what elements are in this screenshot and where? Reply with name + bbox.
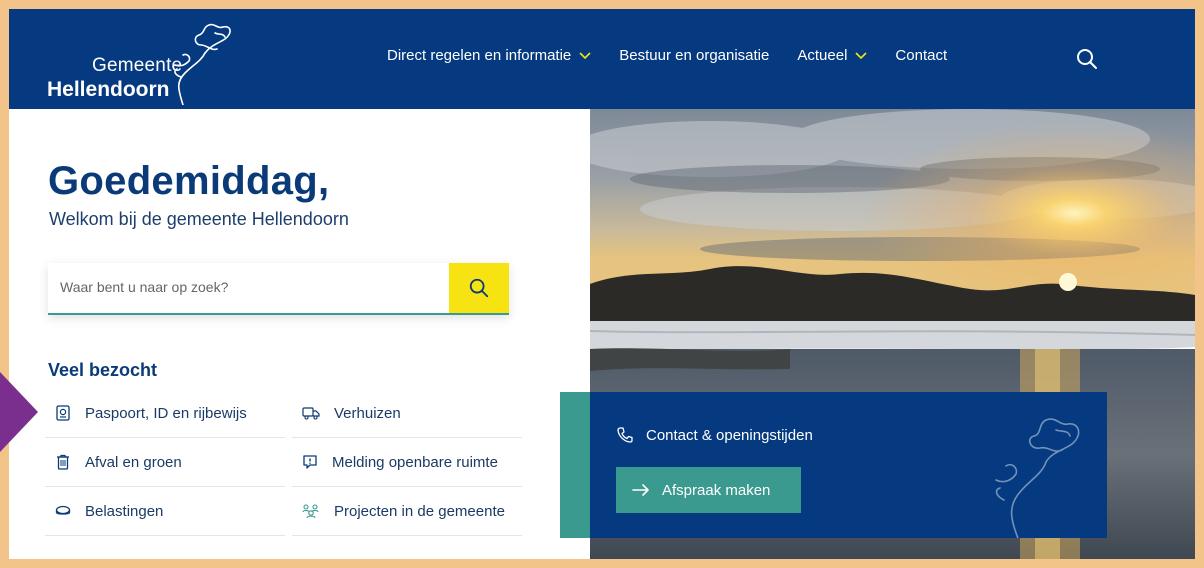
contact-label: Contact & openingstijden xyxy=(646,426,813,444)
main-nav: Direct regelen en informatie Bestuur en … xyxy=(387,47,975,64)
logo-line-1: Gemeente xyxy=(92,55,183,76)
search-bar xyxy=(48,263,509,315)
logo-line-2: Hellendoorn xyxy=(47,78,170,101)
municipality-logo[interactable]: Gemeente Hellendoorn xyxy=(47,21,257,105)
link-label: Projecten in de gemeente xyxy=(334,502,505,520)
trash-icon xyxy=(57,454,69,470)
nav-bestuur[interactable]: Bestuur en organisatie xyxy=(619,47,769,64)
link-label: Afval en groen xyxy=(85,453,182,471)
report-icon xyxy=(303,455,317,469)
nav-contact[interactable]: Contact xyxy=(895,47,947,64)
chevron-down-icon xyxy=(855,51,867,59)
page-frame: Gemeente Hellendoorn Direct regelen en i… xyxy=(9,9,1195,559)
search-button[interactable] xyxy=(449,263,509,313)
search-icon[interactable] xyxy=(1075,47,1099,71)
chevron-down-icon xyxy=(579,51,591,59)
search-icon xyxy=(469,278,489,298)
tree-watermark-icon xyxy=(995,418,1080,538)
link-label: Verhuizen xyxy=(334,404,401,422)
link-melding[interactable]: Melding openbare ruimte xyxy=(292,438,522,487)
nav-direct-regelen[interactable]: Direct regelen en informatie xyxy=(387,47,591,64)
afspraak-label: Afspraak maken xyxy=(662,481,771,499)
people-icon xyxy=(302,504,319,519)
link-belastingen[interactable]: Belastingen xyxy=(45,487,285,536)
veel-bezocht-title: Veel bezocht xyxy=(48,360,158,380)
afspraak-maken-button[interactable]: Afspraak maken xyxy=(616,467,801,513)
link-label: Paspoort, ID en rijbewijs xyxy=(85,404,247,422)
nav-actueel[interactable]: Actueel xyxy=(797,47,867,64)
link-projecten[interactable]: Projecten in de gemeente xyxy=(292,487,522,536)
arrow-right-icon xyxy=(632,484,649,496)
contact-panel: Contact & openingstijden Afspraak maken xyxy=(560,392,1107,538)
site-header: Gemeente Hellendoorn Direct regelen en i… xyxy=(9,9,1195,109)
link-label: Belastingen xyxy=(85,502,164,520)
nav-direct-regelen-label: Direct regelen en informatie xyxy=(387,47,572,64)
nav-actueel-label: Actueel xyxy=(797,47,848,64)
link-label: Melding openbare ruimte xyxy=(332,453,498,471)
coins-icon xyxy=(55,505,71,515)
phone-icon xyxy=(617,427,633,443)
nav-bestuur-label: Bestuur en organisatie xyxy=(619,47,770,64)
tree-logo-icon xyxy=(174,23,231,105)
link-afval[interactable]: Afval en groen xyxy=(45,438,285,487)
page-title: Goedemiddag, xyxy=(48,159,330,203)
truck-icon xyxy=(302,407,320,420)
contact-openingstijden-link[interactable]: Contact & openingstijden xyxy=(616,426,813,444)
teal-accent xyxy=(560,392,590,538)
link-verhuizen[interactable]: Verhuizen xyxy=(292,389,522,438)
search-input[interactable] xyxy=(48,263,450,311)
welcome-text: Welkom bij de gemeente Hellendoorn xyxy=(49,209,349,229)
nav-contact-label: Contact xyxy=(895,47,948,64)
purple-arrow-marker xyxy=(0,372,38,452)
link-paspoort[interactable]: Paspoort, ID en rijbewijs xyxy=(45,389,285,438)
passport-icon xyxy=(56,405,70,421)
